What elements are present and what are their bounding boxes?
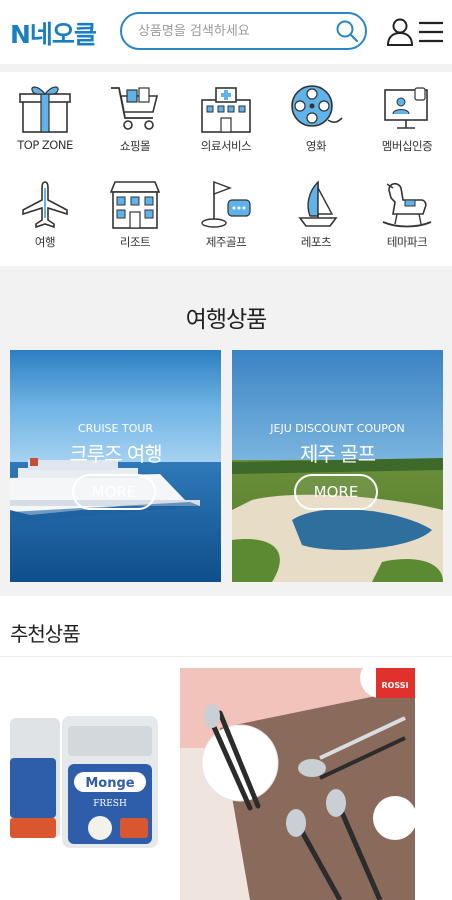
airplane-icon: [22, 181, 68, 229]
recommend-section-title: 추천상품: [10, 622, 81, 646]
golf-flag-icon: [201, 180, 251, 228]
card-title: 크루즈 여행: [69, 442, 162, 466]
logo[interactable]: N네오클: [10, 15, 97, 51]
rocking-horse-icon: [382, 182, 432, 228]
category-shopping-mall[interactable]: 쇼핑몰: [90, 72, 180, 162]
pet-food-sub: FRESH: [93, 799, 127, 809]
product-card-pet-food[interactable]: Monge FRESH: [10, 668, 170, 900]
category-medical-service[interactable]: 의료서비스: [181, 72, 271, 162]
category-label: TOP ZONE: [17, 138, 73, 152]
category-label: 쇼핑몰: [119, 139, 151, 153]
search-input[interactable]: [138, 21, 328, 41]
header-divider: [0, 64, 452, 72]
category-label: 제주골프: [205, 235, 247, 249]
resort-building-icon: [109, 181, 161, 229]
category-label: 테마파크: [386, 235, 428, 249]
card-title: 제주 골프: [300, 442, 376, 466]
travel-section-title: 여행상품: [185, 307, 268, 333]
category-movie[interactable]: 영화: [271, 72, 361, 162]
category-grid: TOP ZONE 쇼핑몰 의료서비스 영화 멤버십인증 여행 리조트 제주골프 …: [0, 72, 452, 266]
category-label: 멤버십인증: [381, 139, 433, 153]
sailboat-icon: [298, 180, 338, 227]
golf-more-button[interactable]: MORE: [294, 474, 378, 510]
category-theme-park[interactable]: 테마파크: [362, 168, 452, 258]
header: N네오클: [0, 0, 452, 64]
category-label: 레포츠: [300, 235, 332, 249]
category-label: 여행: [34, 235, 56, 249]
card-subtitle: CRUISE TOUR: [77, 422, 154, 435]
category-membership[interactable]: 멤버십인증: [362, 72, 452, 162]
category-label: 의료서비스: [200, 139, 252, 153]
card-subtitle: JEJU DISCOUNT COUPON: [270, 422, 405, 435]
category-label: 영화: [305, 139, 327, 153]
cutlery-brand-logo: ROSSI: [381, 681, 408, 690]
category-travel[interactable]: 여행: [0, 168, 90, 258]
search-icon[interactable]: [335, 19, 359, 43]
hospital-icon: [201, 87, 251, 133]
shopping-cart-icon: [111, 87, 159, 130]
category-jeju-golf[interactable]: 제주골프: [181, 168, 271, 258]
pet-food-image: Monge FRESH: [10, 668, 170, 900]
category-top-zone[interactable]: TOP ZONE: [0, 72, 90, 162]
menu-icon[interactable]: [418, 20, 444, 44]
category-resort[interactable]: 리조트: [90, 168, 180, 258]
film-reel-icon: [291, 85, 343, 127]
cruise-more-button[interactable]: MORE: [72, 474, 156, 510]
membership-screen-icon: [384, 87, 428, 129]
category-leports[interactable]: 레포츠: [271, 168, 361, 258]
gift-box-icon: [19, 86, 71, 133]
search-bar: [120, 12, 367, 50]
product-card-cutlery[interactable]: ROSSI: [180, 668, 415, 900]
category-label: 리조트: [119, 235, 151, 249]
cruise-tour-card[interactable]: CRUISE TOUR 크루즈 여행 MORE: [10, 350, 221, 582]
recommend-divider: [0, 656, 452, 657]
user-icon[interactable]: [385, 16, 415, 46]
jeju-golf-card[interactable]: JEJU DISCOUNT COUPON 제주 골프 MORE: [232, 350, 443, 582]
pet-food-brand: Monge: [85, 776, 134, 791]
cutlery-image: ROSSI: [180, 668, 415, 900]
